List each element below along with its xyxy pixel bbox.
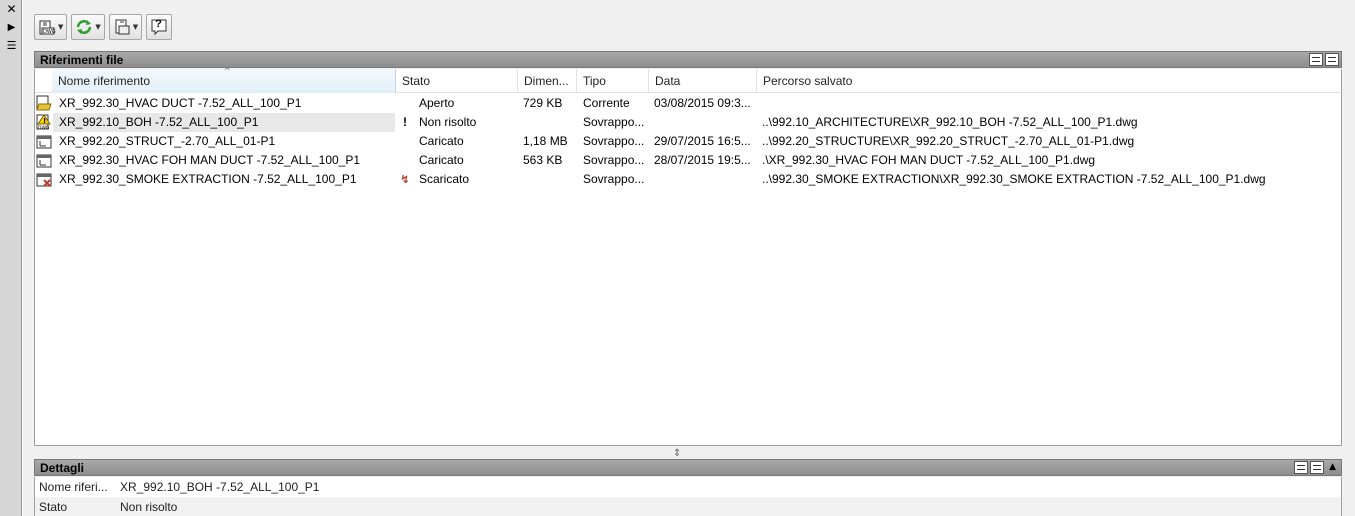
attach-dwg-button[interactable]: DWG ▼ — [34, 14, 68, 40]
row-data — [654, 170, 754, 189]
dropdown-arrow-icon[interactable]: ▼ — [133, 23, 138, 31]
column-header-name[interactable]: ^ Nome riferimento — [52, 67, 396, 93]
table-row[interactable]: XR_992.30_SMOKE EXTRACTION -7.52_ALL_100… — [35, 170, 1341, 189]
refresh-icon — [75, 18, 93, 36]
sort-ascending-icon: ^ — [223, 67, 232, 77]
status-marker: ! — [403, 115, 407, 129]
row-tipo: Sovrappo... — [583, 172, 645, 186]
row-data: 03/08/2015 09:3... — [654, 96, 751, 110]
row-stato: Aperto — [419, 96, 455, 110]
list-body: XR_992.30_HVAC DUCT -7.52_ALL_100_P1 Ape… — [35, 93, 1341, 189]
row-data: 29/07/2015 16:5... — [654, 134, 751, 148]
detail-label: Stato — [39, 500, 68, 514]
row-stato: Scaricato — [419, 172, 470, 186]
refresh-button[interactable]: ▼ — [71, 14, 105, 40]
row-path: ..\992.20_STRUCTURE\XR_992.20_STRUCT_-2.… — [762, 134, 1135, 148]
detail-value[interactable]: XR_992.10_BOH -7.52_ALL_100_P1 — [120, 477, 319, 497]
dropdown-arrow-icon[interactable]: ▼ — [95, 23, 100, 31]
row-stato: Caricato — [419, 153, 464, 167]
panel-splitter-icon[interactable]: ⇕ — [673, 448, 681, 459]
row-data — [654, 113, 754, 132]
svg-text:DWG: DWG — [38, 125, 50, 130]
row-path — [762, 94, 1340, 113]
row-name: XR_992.30_HVAC FOH MAN DUCT -7.52_ALL_10… — [59, 153, 361, 167]
list-header: ^ Nome riferimento Stato Dimen... Tipo D… — [35, 67, 1342, 93]
row-tipo: Corrente — [583, 96, 630, 110]
attach-dwg-icon: DWG — [38, 18, 56, 36]
collapse-icon[interactable]: ▲ — [1326, 461, 1339, 474]
change-path-icon — [113, 18, 131, 36]
row-size — [523, 113, 575, 132]
toolbar: DWG ▼ ▼ ▼ ? — [34, 14, 173, 40]
help-button[interactable]: ? — [146, 14, 173, 40]
close-icon[interactable]: ✕ — [5, 3, 18, 16]
row-size: 563 KB — [523, 153, 563, 167]
column-header-stato[interactable]: Stato — [396, 69, 518, 93]
row-tipo: Sovrappo... — [583, 134, 645, 148]
details-header: Dettagli ▲ — [34, 459, 1342, 476]
file-references-title: Riferimenti file — [40, 53, 124, 67]
dropdown-arrow-icon[interactable]: ▼ — [58, 23, 63, 31]
row-size — [523, 170, 575, 189]
details-view-icon[interactable] — [1294, 461, 1309, 474]
detail-label: Nome riferi... — [39, 480, 108, 494]
column-header-size[interactable]: Dimen... — [518, 69, 577, 93]
preview-view-icon[interactable] — [1310, 461, 1325, 474]
column-header-path[interactable]: Percorso salvato — [757, 69, 1342, 93]
help-icon: ? — [150, 18, 168, 36]
row-name: XR_992.30_SMOKE EXTRACTION -7.52_ALL_100… — [59, 172, 357, 186]
column-header-data[interactable]: Data — [649, 69, 757, 93]
details-row: Nome riferi... XR_992.10_BOH -7.52_ALL_1… — [35, 477, 1341, 497]
dwg-loaded-icon — [36, 133, 52, 149]
dwg-open-icon — [36, 95, 52, 111]
row-size: 1,18 MB — [523, 134, 568, 148]
detail-value: Non risolto — [120, 500, 178, 514]
list-view-icon[interactable] — [1309, 53, 1323, 66]
autohide-icon[interactable]: ▶ — [5, 21, 18, 34]
palette-side-strip: ✕ ▶ ☰ — [0, 0, 22, 516]
row-name: XR_992.20_STRUCT_-2.70_ALL_01-P1 — [59, 134, 276, 148]
row-size: 729 KB — [523, 96, 563, 110]
external-references-palette: DWG ▼ ▼ ▼ ? Riferimenti file ^ Nome rife… — [22, 0, 1355, 516]
details-title: Dettagli — [40, 461, 85, 475]
svg-text:DWG: DWG — [43, 29, 56, 35]
row-stato: Caricato — [419, 134, 464, 148]
table-row[interactable]: XR_992.20_STRUCT_-2.70_ALL_01-P1 Caricat… — [35, 132, 1341, 151]
row-data: 28/07/2015 19:5... — [654, 153, 751, 167]
row-tipo: Sovrappo... — [583, 153, 645, 167]
tree-view-icon[interactable] — [1325, 53, 1339, 66]
details-panel: Nome riferi... XR_992.10_BOH -7.52_ALL_1… — [34, 477, 1342, 516]
row-path: ..\992.10_ARCHITECTURE\XR_992.10_BOH -7.… — [762, 115, 1138, 129]
row-name: XR_992.30_HVAC DUCT -7.52_ALL_100_P1 — [59, 96, 302, 110]
row-path: ..\992.30_SMOKE EXTRACTION\XR_992.30_SMO… — [762, 172, 1266, 186]
table-row[interactable]: ! DWG XR_992.10_BOH -7.52_ALL_100_P1 ! N… — [35, 113, 1341, 132]
dwg-unloaded-icon — [36, 171, 52, 187]
dwg-warning-icon: ! DWG — [36, 114, 52, 131]
row-path: .\XR_992.30_HVAC FOH MAN DUCT -7.52_ALL_… — [762, 153, 1096, 167]
column-header-tipo[interactable]: Tipo — [577, 69, 649, 93]
svg-text:!: ! — [43, 117, 46, 125]
dwg-loaded-icon — [36, 152, 52, 168]
help-glyph: ? — [155, 18, 162, 30]
row-stato: Non risolto — [419, 115, 477, 129]
details-row: Stato Non risolto — [35, 497, 1341, 516]
row-name: XR_992.10_BOH -7.52_ALL_100_P1 — [53, 113, 395, 132]
row-tipo: Sovrappo... — [583, 115, 645, 129]
properties-menu-icon[interactable]: ☰ — [5, 39, 18, 52]
table-row[interactable]: XR_992.30_HVAC DUCT -7.52_ALL_100_P1 Ape… — [35, 94, 1341, 113]
unloaded-marker-icon: ↯ — [400, 173, 410, 186]
file-references-list: ^ Nome riferimento Stato Dimen... Tipo D… — [34, 67, 1342, 446]
change-path-button[interactable]: ▼ — [108, 14, 143, 40]
table-row[interactable]: XR_992.30_HVAC FOH MAN DUCT -7.52_ALL_10… — [35, 151, 1341, 170]
